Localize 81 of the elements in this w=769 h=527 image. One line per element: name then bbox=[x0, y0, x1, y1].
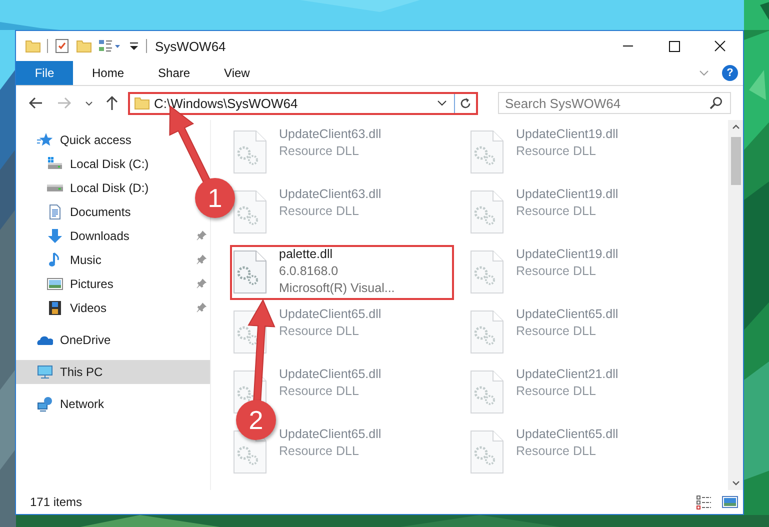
nav-item[interactable]: Local Disk (C:) bbox=[16, 152, 153, 176]
nav-label: Downloads bbox=[70, 229, 130, 243]
nav-item[interactable]: Downloads bbox=[16, 224, 210, 248]
film-icon bbox=[47, 300, 63, 316]
file-name: UpdateClient63.dll bbox=[279, 186, 382, 203]
file-detail: Resource DLL bbox=[516, 203, 597, 220]
nav-item[interactable]: Local Disk (D:) bbox=[16, 176, 153, 200]
address-path: C:\Windows\SysWOW64 bbox=[154, 96, 299, 110]
file-detail: Resource DLL bbox=[279, 383, 360, 400]
file-name: UpdateClient19.dll bbox=[516, 126, 618, 143]
item-count: 171 items bbox=[30, 495, 82, 509]
file-detail: Resource DLL bbox=[279, 323, 360, 340]
file-detail: Resource DLL bbox=[516, 383, 597, 400]
nav-item[interactable]: OneDrive bbox=[16, 328, 115, 352]
system-drive-icon bbox=[47, 156, 63, 172]
window-title: SysWOW64 bbox=[155, 38, 226, 54]
large-icons-view-icon[interactable] bbox=[722, 494, 738, 510]
maximize-icon bbox=[668, 40, 680, 52]
nav-label: OneDrive bbox=[60, 333, 111, 347]
nav-label: Quick access bbox=[60, 133, 132, 147]
scroll-down-icon[interactable] bbox=[730, 478, 740, 488]
file-detail: Microsoft(R) Visual... bbox=[279, 280, 395, 297]
nav-item[interactable]: This PC bbox=[16, 360, 210, 384]
nav-item[interactable]: Quick access bbox=[16, 128, 136, 152]
nav-label: Pictures bbox=[70, 277, 114, 291]
file-detail: Resource DLL bbox=[516, 323, 597, 340]
file-detail: Resource DLL bbox=[516, 143, 597, 160]
nav-item[interactable]: Music bbox=[16, 248, 210, 272]
back-icon[interactable] bbox=[28, 95, 44, 111]
document-icon bbox=[47, 204, 63, 220]
ribbon-tab[interactable]: Share bbox=[143, 61, 206, 85]
nav-label: This PC bbox=[60, 365, 103, 379]
folder-icon bbox=[134, 95, 150, 111]
search-field[interactable]: Search SysWOW64 bbox=[498, 92, 731, 114]
file-detail: 6.0.8168.0 bbox=[279, 263, 340, 280]
scroll-thumb[interactable] bbox=[730, 137, 740, 185]
search-icon bbox=[709, 96, 723, 110]
up-icon[interactable] bbox=[104, 95, 120, 111]
nav-label: Videos bbox=[70, 301, 106, 315]
file-name: palette.dll bbox=[279, 246, 334, 263]
file-detail: Resource DLL bbox=[279, 143, 360, 160]
minimize-icon bbox=[623, 45, 633, 47]
nav-label: Local Disk (C:) bbox=[70, 157, 149, 171]
file-name: UpdateClient21.dll bbox=[516, 366, 618, 383]
ribbon-tab[interactable]: Home bbox=[77, 61, 140, 85]
file-name: UpdateClient65.dll bbox=[279, 426, 382, 443]
close-icon bbox=[714, 40, 726, 52]
file-name: UpdateClient19.dll bbox=[516, 246, 618, 263]
nav-item[interactable]: Pictures bbox=[16, 272, 210, 296]
view-menu-icon[interactable] bbox=[98, 38, 122, 54]
details-view-icon[interactable] bbox=[696, 494, 712, 510]
ribbon-tab[interactable]: View bbox=[209, 61, 265, 85]
scrollbar[interactable] bbox=[728, 120, 743, 490]
file-detail: Resource DLL bbox=[279, 203, 360, 220]
refresh-icon bbox=[459, 96, 472, 110]
network-icon bbox=[37, 396, 53, 412]
file-name: UpdateClient65.dll bbox=[516, 306, 618, 323]
nav-item[interactable]: Network bbox=[16, 392, 108, 416]
pictures-icon bbox=[47, 276, 63, 292]
customize-caret-icon[interactable] bbox=[128, 40, 140, 52]
nav-item[interactable]: Videos bbox=[16, 296, 210, 320]
download-arrow-icon bbox=[47, 228, 63, 244]
file-name: UpdateClient63.dll bbox=[279, 126, 382, 143]
file-name: UpdateClient19.dll bbox=[516, 186, 618, 203]
file-tab[interactable]: File bbox=[16, 61, 73, 85]
file-detail: Resource DLL bbox=[279, 443, 360, 460]
properties-icon[interactable] bbox=[54, 38, 70, 54]
nav-label: Documents bbox=[70, 205, 131, 219]
nav-label: Local Disk (D:) bbox=[70, 181, 149, 195]
help-button[interactable]: ? bbox=[722, 65, 738, 81]
nav-item[interactable]: Documents bbox=[16, 200, 135, 224]
nav-label: Network bbox=[60, 397, 104, 411]
monitor-icon bbox=[37, 364, 53, 380]
file-detail: Resource DLL bbox=[516, 263, 597, 280]
address-bar[interactable]: C:\Windows\SysWOW64 bbox=[128, 92, 478, 114]
file-name: UpdateClient65.dll bbox=[516, 426, 618, 443]
file-name: UpdateClient65.dll bbox=[279, 306, 382, 323]
nav-label: Music bbox=[70, 253, 102, 267]
file-name: UpdateClient65.dll bbox=[279, 366, 382, 383]
file-detail: Resource DLL bbox=[516, 443, 597, 460]
star-icon bbox=[37, 132, 53, 148]
